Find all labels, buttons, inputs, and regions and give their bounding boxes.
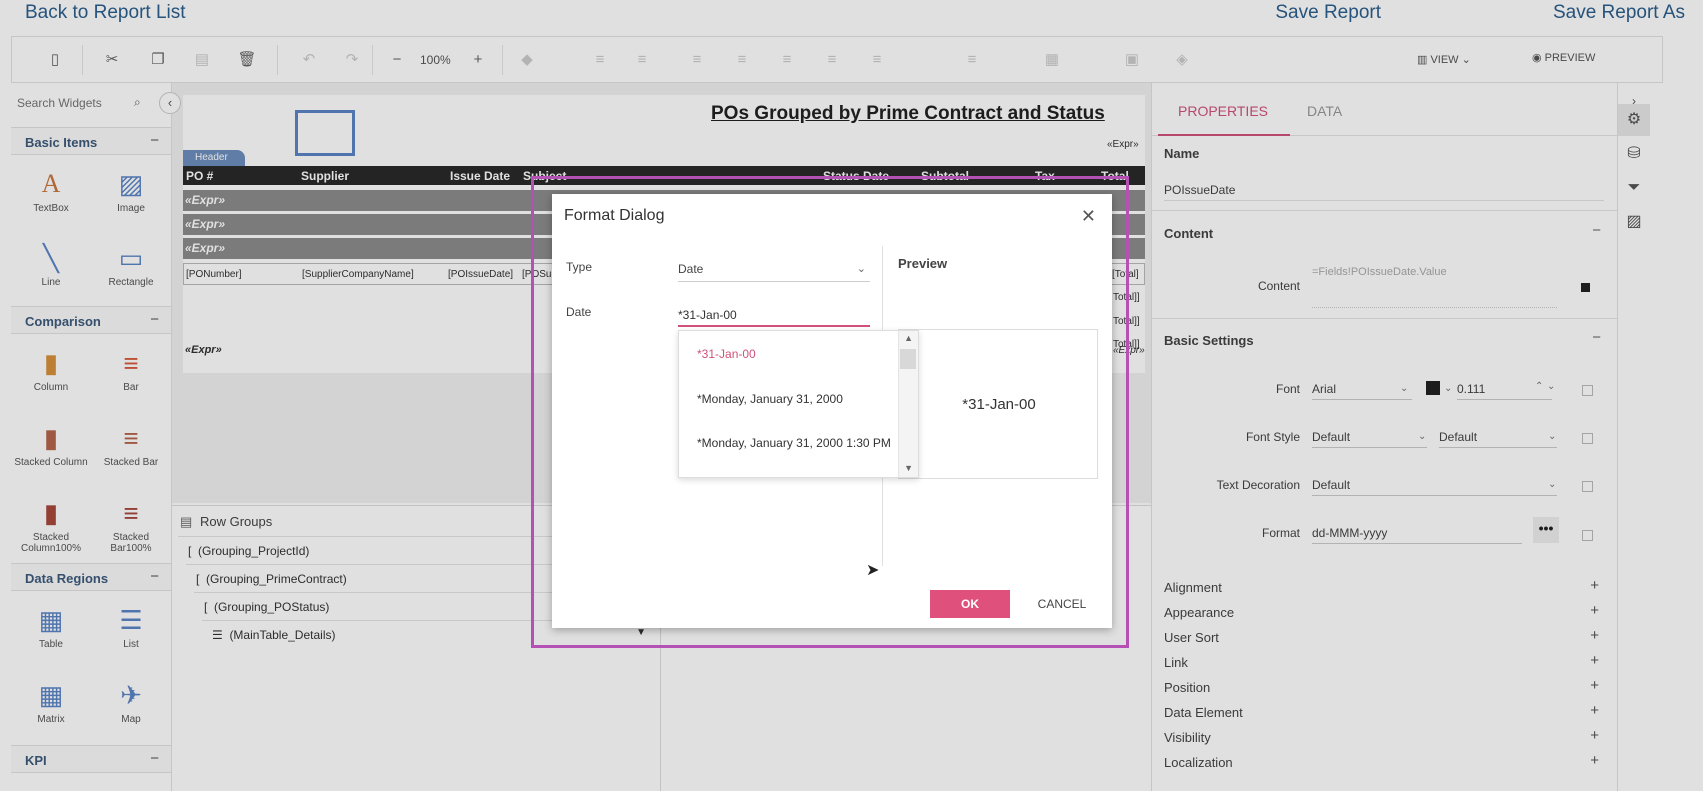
date-format-input[interactable] bbox=[678, 305, 870, 327]
ok-button[interactable]: OK bbox=[930, 590, 1010, 618]
preview-title: Preview bbox=[898, 256, 948, 271]
preview-value: *31-Jan-00 bbox=[962, 396, 1036, 413]
type-value: Date bbox=[678, 262, 704, 276]
date-label: Date bbox=[566, 305, 592, 319]
close-icon[interactable]: ✕ bbox=[1081, 206, 1096, 227]
type-select[interactable]: Date ⌄ bbox=[678, 260, 870, 282]
mouse-cursor-icon: ➤ bbox=[866, 562, 880, 579]
scroll-down-icon[interactable]: ▼ bbox=[904, 463, 913, 473]
cancel-button[interactable]: CANCEL bbox=[1022, 590, 1102, 618]
scroll-up-icon[interactable]: ▲ bbox=[904, 333, 913, 343]
date-format-dropdown[interactable]: *31-Jan-00 *Monday, January 31, 2000 *Mo… bbox=[678, 330, 919, 478]
preview-box: *31-Jan-00 bbox=[898, 329, 1098, 479]
chevron-down-icon[interactable]: ⌄ bbox=[857, 262, 866, 275]
scrollbar-thumb[interactable] bbox=[900, 349, 916, 369]
date-format-option[interactable]: *31-Jan-00 bbox=[697, 347, 756, 361]
date-format-option[interactable]: *Monday, January 31, 2000 1:30 PM bbox=[697, 436, 891, 450]
date-format-option[interactable]: *Monday, January 31, 2000 bbox=[697, 392, 843, 406]
dialog-title: Format Dialog bbox=[564, 207, 665, 224]
type-label: Type bbox=[566, 260, 593, 274]
format-dialog: Format Dialog ✕ Type Date ⌄ Date *31-Jan… bbox=[552, 194, 1112, 628]
